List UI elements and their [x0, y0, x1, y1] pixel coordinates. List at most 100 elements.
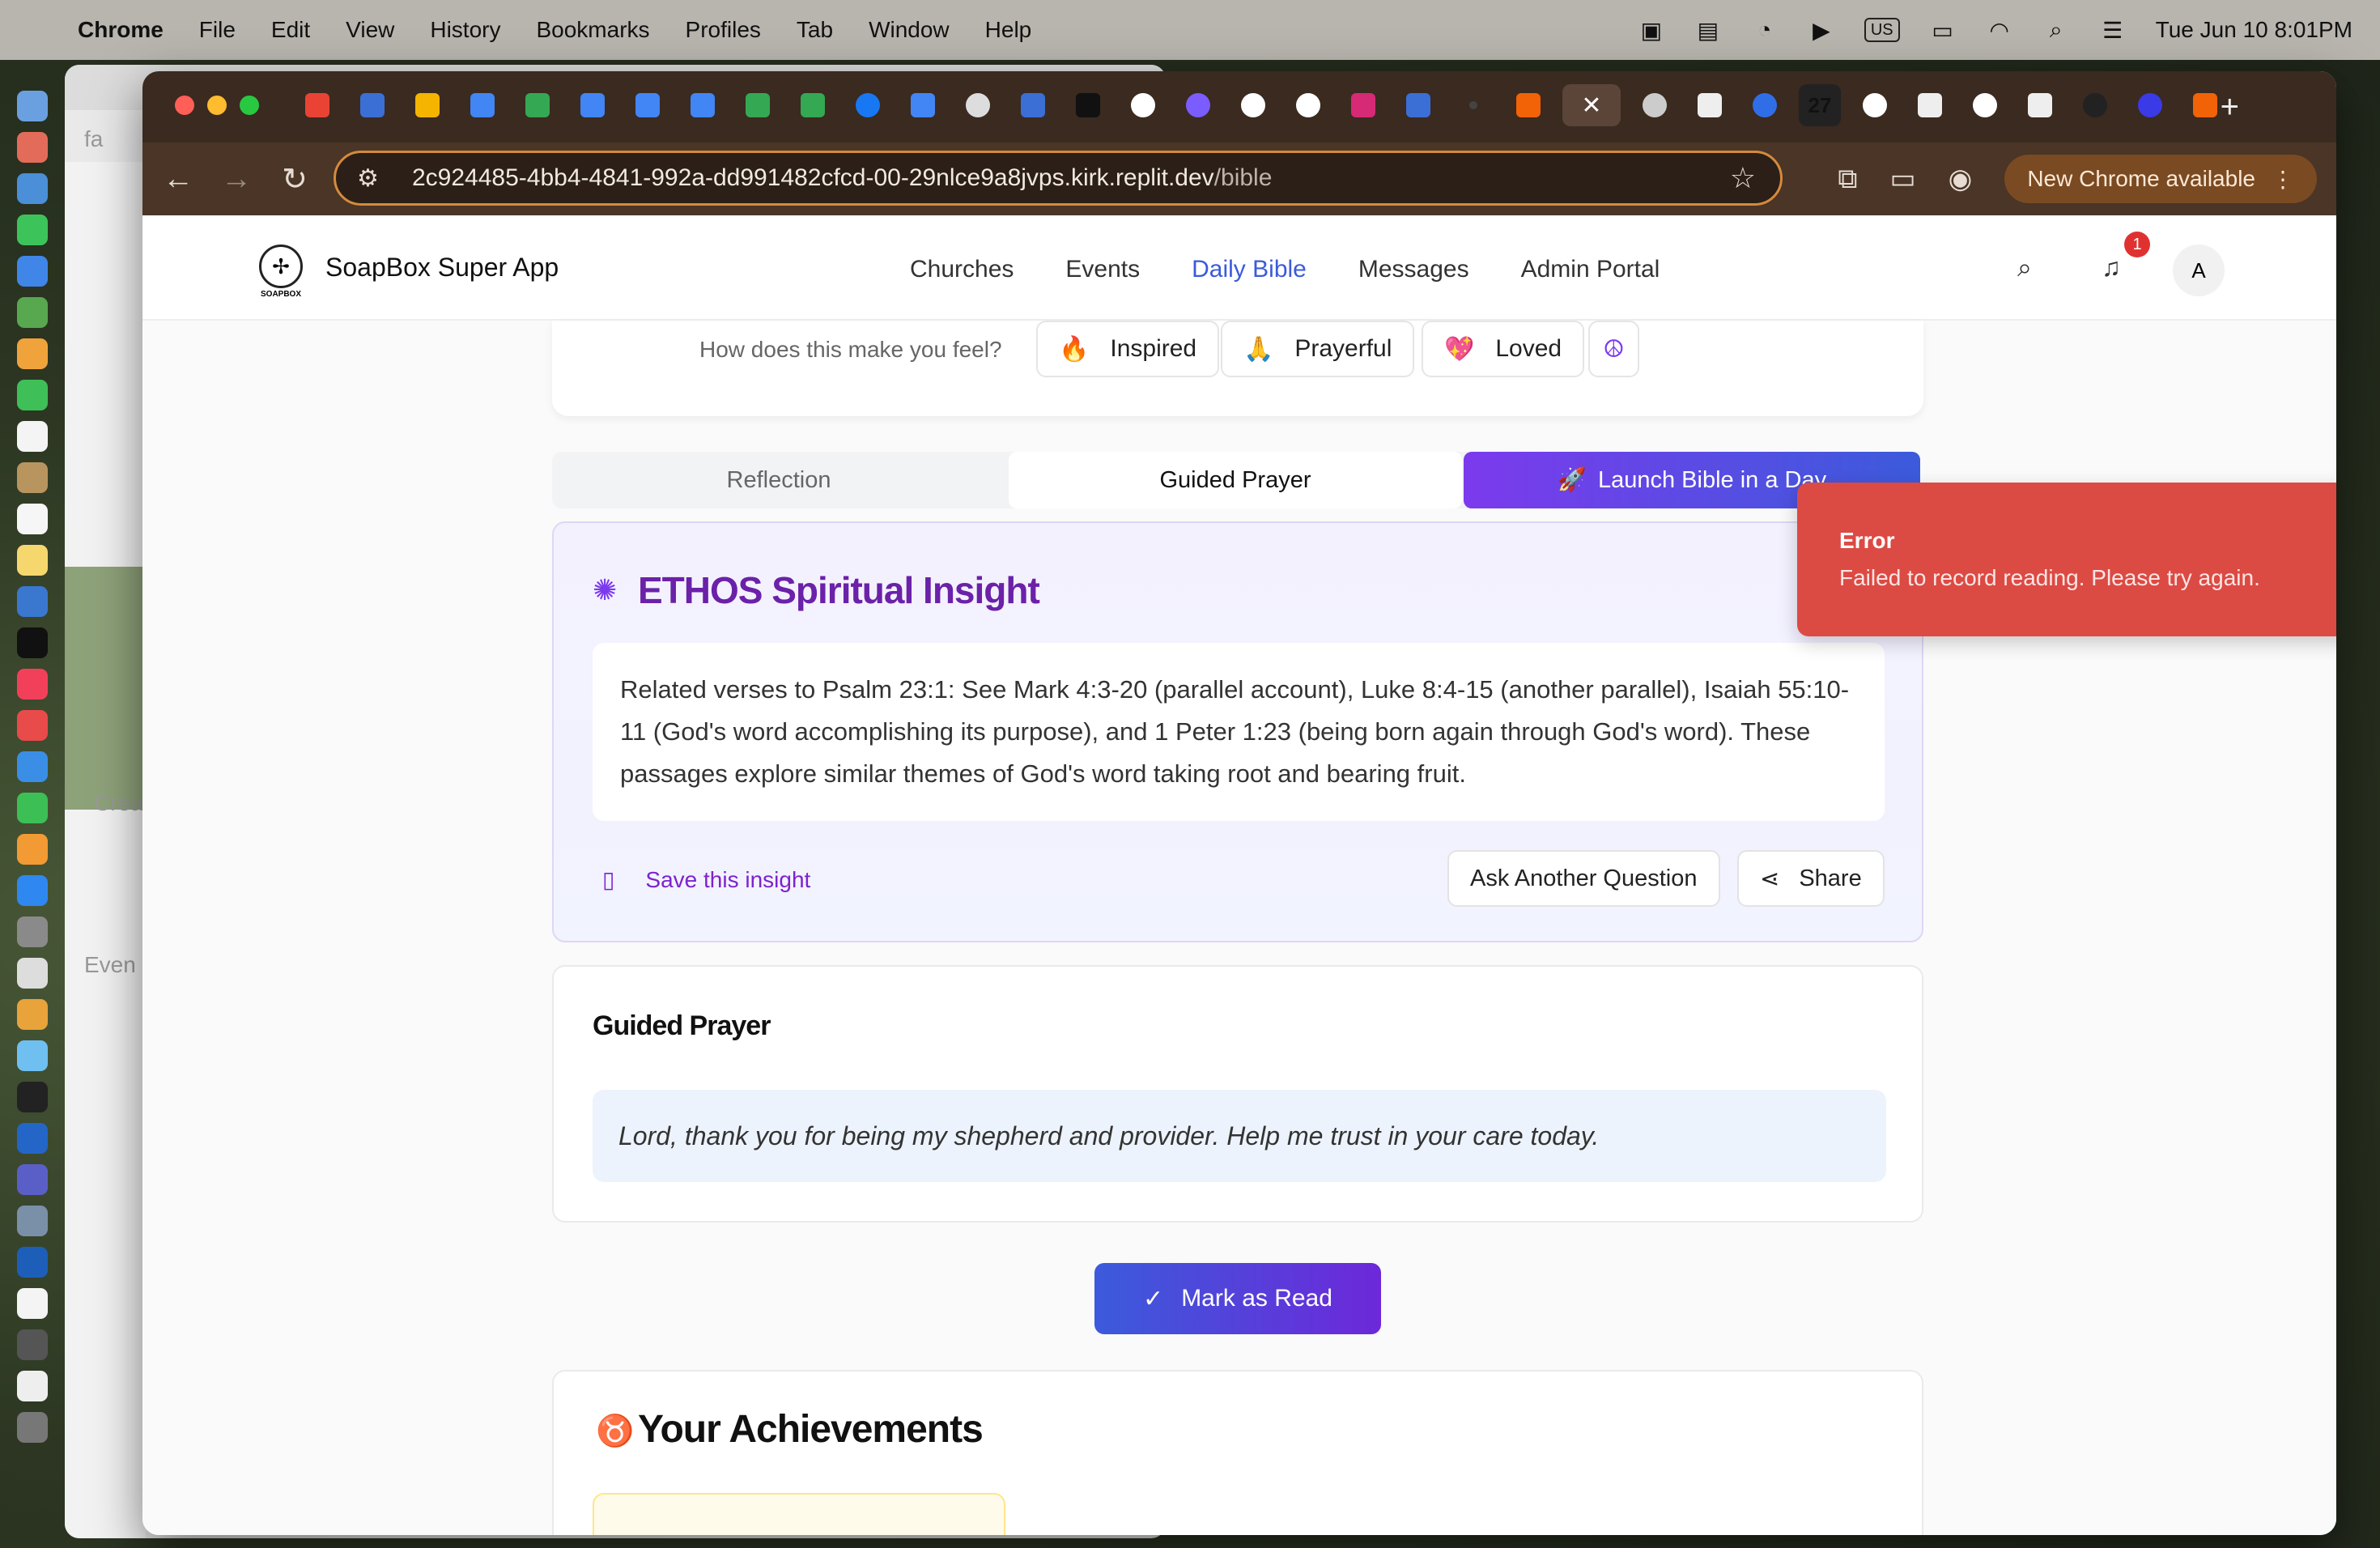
app-store-icon[interactable] [17, 875, 48, 906]
feeling-peace-button[interactable]: ☮ [1588, 321, 1639, 377]
menubar-clock[interactable]: Tue Jun 10 8:01PM [2156, 17, 2352, 43]
tab-doc-white-a[interactable] [1689, 84, 1731, 126]
tab-ring-app[interactable] [1177, 84, 1219, 126]
tab-openai-a[interactable] [957, 84, 999, 126]
reminders-icon[interactable] [17, 504, 48, 534]
tab-blue-app[interactable] [1744, 84, 1786, 126]
spotlight-icon[interactable]: ⌕ [2042, 17, 2070, 42]
trash-icon[interactable] [17, 1412, 48, 1443]
maps-icon[interactable] [17, 297, 48, 328]
keynote-icon[interactable] [17, 751, 48, 782]
save-insight-button[interactable]: ▯ Save this insight [602, 866, 810, 893]
tab-google-a[interactable] [1122, 84, 1164, 126]
close-window-button[interactable] [175, 96, 194, 115]
photos-icon[interactable] [17, 338, 48, 369]
terminal-icon[interactable] [17, 1082, 48, 1112]
app-name[interactable]: SoapBox Super App [325, 253, 559, 283]
mark-as-read-button[interactable]: ✓ Mark as Read [1094, 1263, 1381, 1334]
music-icon[interactable] [17, 669, 48, 700]
tab-docs-a[interactable] [461, 84, 504, 126]
screen-sharing-icon[interactable] [17, 1206, 48, 1236]
tab-google-d[interactable] [1854, 84, 1896, 126]
tab-calendar-counter[interactable]: 27 [1799, 84, 1841, 126]
tab-gmail[interactable] [296, 84, 338, 126]
tab-drive[interactable] [406, 84, 448, 126]
tab-sheets-a[interactable] [516, 84, 559, 126]
control-center-icon[interactable]: ☰ [2099, 18, 2127, 43]
outlook-dock-icon[interactable] [17, 1123, 48, 1154]
tab-openai-b[interactable] [2074, 84, 2116, 126]
copilot-icon[interactable]: ◔ [1751, 17, 1779, 42]
tab-blue-app-b[interactable] [2129, 84, 2171, 126]
chrome-update-button[interactable]: New Chrome available ⋮ [2004, 155, 2317, 203]
tab-notion-a[interactable] [351, 84, 393, 126]
1password-icon[interactable] [17, 1247, 48, 1278]
avatar[interactable]: A [2173, 245, 2225, 296]
minimize-window-button[interactable] [207, 96, 227, 115]
menu-view[interactable]: View [346, 17, 394, 43]
teams-dock-icon[interactable] [17, 1164, 48, 1195]
finder-alt-icon[interactable] [17, 1040, 48, 1071]
feeling-loved-button[interactable]: 💖 Loved [1422, 321, 1585, 377]
tab-docs-d[interactable] [682, 84, 724, 126]
tab-google-e[interactable] [1964, 84, 2006, 126]
freeform-icon[interactable] [17, 586, 48, 617]
feeling-inspired-button[interactable]: 🔥 Inspired [1036, 321, 1220, 377]
menu-profiles[interactable]: Profiles [686, 17, 761, 43]
reload-icon[interactable]: ↻ [266, 161, 324, 198]
share-button[interactable]: ⋖ Share [1737, 850, 1885, 907]
utility-icon[interactable] [17, 1329, 48, 1360]
contacts-icon[interactable] [17, 462, 48, 493]
system-settings-icon[interactable] [17, 916, 48, 947]
profile-icon[interactable]: ◉ [1949, 163, 1973, 195]
nav-events[interactable]: Events [1065, 256, 1140, 283]
cast-icon[interactable]: ▭ [1890, 163, 1916, 195]
tv-icon[interactable] [17, 627, 48, 658]
tab-sheets-c[interactable] [792, 84, 834, 126]
wifi-icon[interactable]: ◠ [1986, 18, 2013, 43]
zoom-window-button[interactable] [240, 96, 259, 115]
menu-history[interactable]: History [430, 17, 500, 43]
address-bar[interactable]: ⚙ 2c924485-4bb4-4841-992a-dd991482cfcd-0… [334, 151, 1783, 206]
new-tab-plus-icon[interactable]: + [2221, 89, 2239, 125]
forward-arrow-icon[interactable]: → [207, 162, 266, 197]
play-icon[interactable]: ▶ [1808, 18, 1835, 43]
teams-icon[interactable]: ▣ [1638, 18, 1665, 43]
messages-icon[interactable] [17, 215, 48, 245]
tab-doc-white-b[interactable] [1909, 84, 1951, 126]
tab-docs-b[interactable] [572, 84, 614, 126]
news-icon[interactable] [17, 710, 48, 741]
tab-google-c[interactable] [1287, 84, 1329, 126]
bell-icon[interactable]: ♫ [2102, 253, 2121, 283]
extensions-icon[interactable]: ⧉ [1838, 164, 1857, 195]
launchpad-icon[interactable] [17, 132, 48, 163]
menu-edit[interactable]: Edit [271, 17, 310, 43]
tab-dark-app[interactable] [1067, 84, 1109, 126]
tab-reflection[interactable]: Reflection [552, 452, 1005, 508]
tab-google-b[interactable] [1232, 84, 1274, 126]
site-settings-icon[interactable]: ⚙ [357, 164, 389, 193]
nav-admin-portal[interactable]: Admin Portal [1521, 256, 1660, 283]
tab-notion-b[interactable] [1012, 84, 1054, 126]
mail-icon[interactable] [17, 256, 48, 287]
calendar-icon[interactable] [17, 421, 48, 452]
soapbox-logo-icon[interactable]: ✢ [259, 245, 303, 288]
bookmark-star-icon[interactable]: ☆ [1730, 161, 1756, 195]
back-arrow-icon[interactable]: ← [149, 162, 207, 197]
tab-docs-e[interactable] [902, 84, 944, 126]
preview-icon[interactable] [17, 958, 48, 989]
tab-globe[interactable] [1634, 84, 1676, 126]
chrome-icon[interactable] [17, 999, 48, 1030]
outlook-icon[interactable]: ▤ [1694, 18, 1722, 43]
safari-icon[interactable] [17, 173, 48, 204]
facetime-icon[interactable] [17, 380, 48, 410]
document-icon[interactable] [17, 1371, 48, 1401]
menu-tab[interactable]: Tab [797, 17, 833, 43]
menu-app-name[interactable]: Chrome [78, 17, 164, 43]
menu-help[interactable]: Help [985, 17, 1032, 43]
input-source-indicator[interactable]: US [1864, 18, 1900, 42]
search-icon[interactable]: ⌕ [2017, 253, 2032, 283]
menu-bookmarks[interactable]: Bookmarks [536, 17, 649, 43]
feeling-prayerful-button[interactable]: 🙏 Prayerful [1221, 321, 1415, 377]
calendar-alt-icon[interactable] [17, 1288, 48, 1319]
